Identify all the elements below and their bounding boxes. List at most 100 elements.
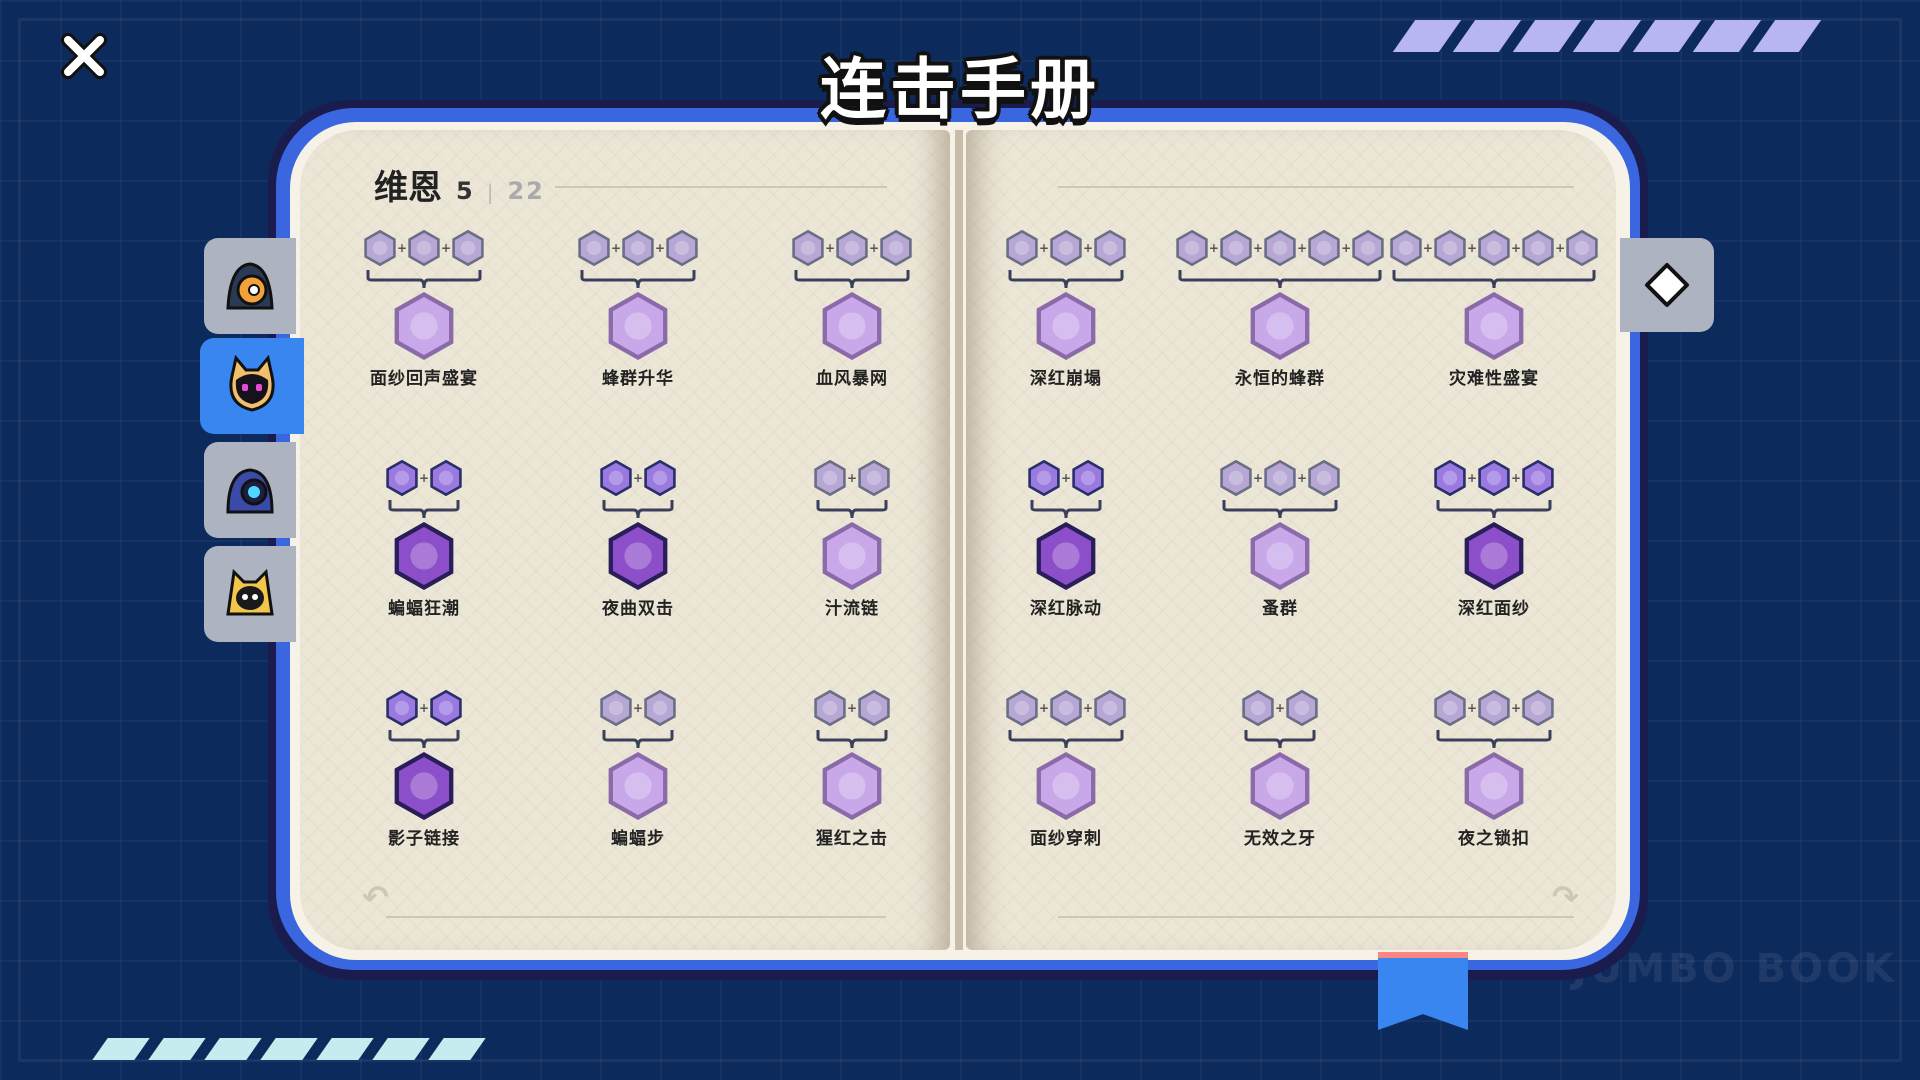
ingredient-hex-icon[interactable] (599, 460, 633, 496)
combo-card[interactable]: + 猩红之击 (777, 690, 927, 849)
ingredient-hex-icon[interactable] (1433, 690, 1467, 726)
ingredient-hex-icon[interactable] (621, 230, 655, 266)
previous-page-arrow-icon[interactable]: ↶ (362, 878, 389, 916)
combo-card[interactable]: + + + + 灾难性盛宴 (1388, 230, 1600, 389)
combo-result-hex-icon[interactable] (1248, 752, 1312, 820)
combo-result-hex-icon[interactable] (1248, 292, 1312, 360)
ingredient-hex-icon[interactable] (1263, 460, 1297, 496)
ingredient-hex-icon[interactable] (1521, 690, 1555, 726)
ingredient-hex-icon[interactable] (429, 460, 463, 496)
combo-result-hex-icon[interactable] (392, 292, 456, 360)
combo-card[interactable]: + 蝙蝠步 (563, 690, 713, 849)
ingredient-hex-icon[interactable] (813, 460, 847, 496)
combo-card[interactable]: + + 面纱穿刺 (991, 690, 1141, 849)
combo-card[interactable]: + + 夜之锁扣 (1419, 690, 1569, 849)
combo-name: 夜之锁扣 (1458, 829, 1530, 849)
ingredient-hex-icon[interactable] (1307, 460, 1341, 496)
ingredient-hex-icon[interactable] (385, 690, 419, 726)
character-tab-4[interactable] (204, 546, 296, 642)
combo-result-hex-icon[interactable] (1462, 292, 1526, 360)
character-tab-3[interactable] (204, 442, 296, 538)
combo-card[interactable]: + + 血风暴网 (777, 230, 927, 389)
combo-card[interactable]: + 无效之牙 (1205, 690, 1355, 849)
ingredient-hex-icon[interactable] (385, 460, 419, 496)
ingredient-hex-icon[interactable] (857, 690, 891, 726)
combo-card[interactable]: + + 面纱回声盛宴 (349, 230, 499, 389)
plus-icon: + (632, 471, 644, 485)
ingredient-hex-icon[interactable] (1241, 690, 1275, 726)
character-tab-1[interactable] (204, 238, 296, 334)
ingredient-hex-icon[interactable] (1049, 690, 1083, 726)
ingredient-hex-icon[interactable] (1477, 460, 1511, 496)
combo-result-hex-icon[interactable] (1034, 522, 1098, 590)
ingredient-hex-icon[interactable] (1477, 230, 1511, 266)
ingredient-hex-icon[interactable] (1565, 230, 1599, 266)
ingredient-hex-icon[interactable] (599, 690, 633, 726)
ingredient-hex-icon[interactable] (1175, 230, 1209, 266)
ingredient-hex-icon[interactable] (1307, 230, 1341, 266)
ingredient-hex-icon[interactable] (1263, 230, 1297, 266)
combo-card[interactable]: + 影子链接 (349, 690, 499, 849)
ingredient-hex-icon[interactable] (1219, 460, 1253, 496)
ingredient-hex-icon[interactable] (1389, 230, 1423, 266)
ingredient-hex-icon[interactable] (1005, 230, 1039, 266)
combo-result-hex-icon[interactable] (820, 292, 884, 360)
combo-result-hex-icon[interactable] (606, 522, 670, 590)
combo-result-hex-icon[interactable] (392, 522, 456, 590)
ingredient-hex-icon[interactable] (407, 230, 441, 266)
combo-card[interactable]: + + + + 永恒的蜂群 (1174, 230, 1386, 389)
combo-card[interactable]: + 蝙蝠狂潮 (349, 460, 499, 619)
combo-card[interactable]: + 汁流链 (777, 460, 927, 619)
ingredient-hex-icon[interactable] (813, 690, 847, 726)
ingredient-hex-icon[interactable] (1521, 460, 1555, 496)
ingredient-hex-icon[interactable] (1477, 690, 1511, 726)
combo-name: 汁流链 (825, 599, 879, 619)
ingredient-hex-icon[interactable] (1351, 230, 1385, 266)
combo-name: 永恒的蜂群 (1235, 369, 1325, 389)
ingredient-hex-icon[interactable] (1049, 230, 1083, 266)
combo-result-hex-icon[interactable] (606, 292, 670, 360)
combo-result-hex-icon[interactable] (1034, 292, 1098, 360)
decorative-stripes-bottom (92, 1038, 486, 1060)
combo-card[interactable]: + + 蜂群升华 (563, 230, 713, 389)
ingredient-hex-icon[interactable] (429, 690, 463, 726)
ingredient-hex-icon[interactable] (1071, 460, 1105, 496)
combo-result-hex-icon[interactable] (606, 752, 670, 820)
ingredient-hex-icon[interactable] (791, 230, 825, 266)
combo-result-hex-icon[interactable] (820, 752, 884, 820)
next-page-arrow-icon[interactable]: ↷ (1552, 878, 1579, 916)
ingredient-hex-icon[interactable] (643, 690, 677, 726)
ingredient-hex-icon[interactable] (879, 230, 913, 266)
footer-rule-right (1058, 916, 1574, 918)
combo-result-hex-icon[interactable] (1034, 752, 1098, 820)
ingredient-hex-icon[interactable] (577, 230, 611, 266)
ingredient-hex-icon[interactable] (835, 230, 869, 266)
ingredient-hex-icon[interactable] (1219, 230, 1253, 266)
combo-result-hex-icon[interactable] (1462, 752, 1526, 820)
ingredient-hex-icon[interactable] (1027, 460, 1061, 496)
ingredient-hex-icon[interactable] (665, 230, 699, 266)
ingredient-hex-icon[interactable] (1521, 230, 1555, 266)
combo-card[interactable]: + 深红脉动 (991, 460, 1141, 619)
combo-card[interactable]: + + 深红面纱 (1419, 460, 1569, 619)
collection-tab[interactable] (1620, 238, 1714, 332)
ingredient-hex-icon[interactable] (857, 460, 891, 496)
combo-result-hex-icon[interactable] (1248, 522, 1312, 590)
ingredient-hex-icon[interactable] (1433, 230, 1467, 266)
ingredient-hex-icon[interactable] (1433, 460, 1467, 496)
combo-card[interactable]: + 夜曲双击 (563, 460, 713, 619)
ingredient-hex-icon[interactable] (1005, 690, 1039, 726)
ingredient-hex-icon[interactable] (643, 460, 677, 496)
combo-card[interactable]: + + 蚤群 (1205, 460, 1355, 619)
character-tab-2[interactable] (200, 338, 304, 434)
ingredient-hex-icon[interactable] (1285, 690, 1319, 726)
combo-result-hex-icon[interactable] (1462, 522, 1526, 590)
combo-result-hex-icon[interactable] (820, 522, 884, 590)
combo-result-hex-icon[interactable] (392, 752, 456, 820)
ingredient-hex-icon[interactable] (1093, 230, 1127, 266)
ingredient-hex-icon[interactable] (1093, 690, 1127, 726)
combo-card[interactable]: + + 深红崩塌 (991, 230, 1141, 389)
plus-icon: + (1466, 471, 1477, 485)
ingredient-hex-icon[interactable] (363, 230, 397, 266)
ingredient-hex-icon[interactable] (451, 230, 485, 266)
